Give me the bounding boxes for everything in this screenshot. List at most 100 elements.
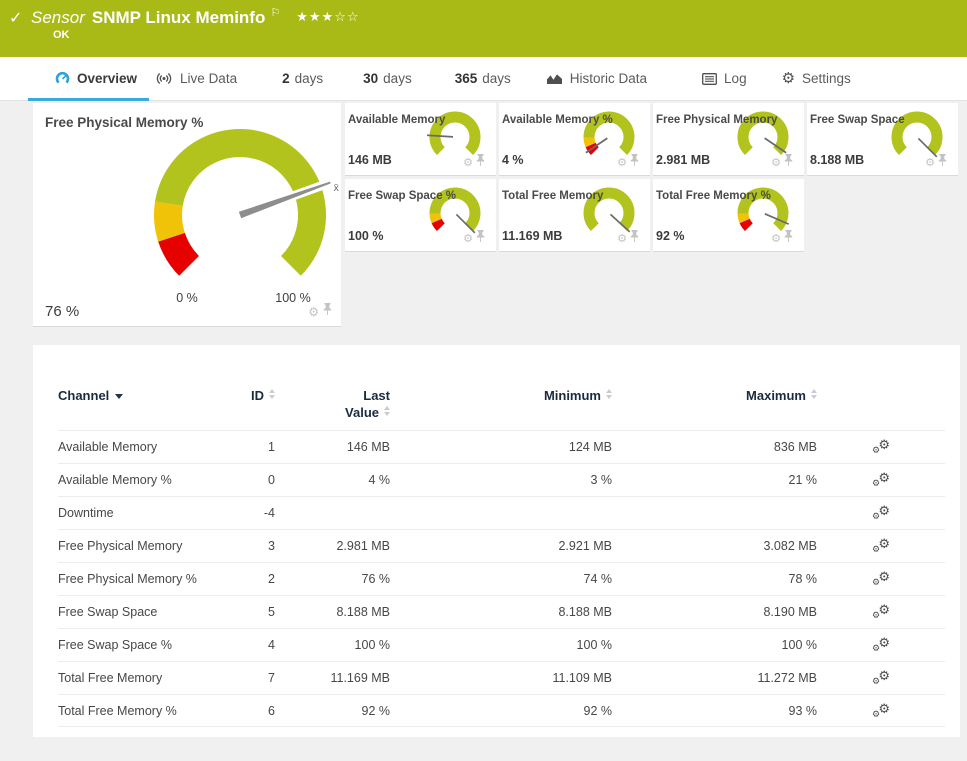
status-ok-check-icon: ✓ [9, 10, 23, 27]
pin-icon[interactable] [630, 154, 639, 172]
channel-row: Free Physical Memory % 2 76 % 74 % 78 % ⚙ ⚙ [58, 562, 945, 595]
column-header-last[interactable]: Last Value [275, 387, 390, 421]
stars-filled[interactable]: ★★★ [296, 9, 334, 24]
tab-label: Live Data [180, 71, 238, 86]
tab-settings[interactable]: ⚙ Settings [782, 57, 851, 100]
pin-icon[interactable] [784, 230, 793, 248]
gauge-value: 4 % [502, 153, 524, 167]
pin-icon[interactable] [476, 154, 485, 172]
tab-label: Log [724, 71, 747, 86]
cell-channel[interactable]: Free Physical Memory % [58, 572, 210, 586]
gauge-panel-available-memory-pct: Available Memory % 4 % ⚙ [499, 103, 650, 176]
tab-label: days [294, 71, 324, 86]
channel-settings-icon[interactable]: ⚙ ⚙ [871, 570, 891, 587]
channel-settings-icon[interactable]: ⚙ ⚙ [871, 669, 891, 686]
tab-historic-data[interactable]: Historic Data [546, 57, 647, 100]
cell-max: 21 % [788, 473, 818, 487]
channel-row: Free Swap Space % 4 100 % 100 % 100 % ⚙ ⚙ [58, 628, 945, 661]
pin-icon[interactable] [630, 230, 639, 248]
channel-settings-icon[interactable]: ⚙ ⚙ [871, 636, 891, 653]
cell-last: 92 % [361, 703, 391, 718]
gauge-panel-free-swap-space-pct: Free Swap Space % 100 % ⚙ [345, 179, 496, 252]
gauge-title: Free Swap Space % [348, 190, 457, 202]
gear-icon[interactable]: ⚙ [617, 157, 627, 169]
cell-min: 3 % [590, 473, 612, 487]
cell-id: -4 [263, 506, 275, 520]
channel-row: Free Swap Space 5 8.188 MB 8.188 MB 8.190 MB… [58, 595, 945, 628]
gauge-value: 92 % [656, 229, 685, 243]
gauge-panel-total-free-memory-pct: Total Free Memory % 92 % ⚙ [653, 179, 804, 252]
log-icon [702, 72, 717, 85]
tab-log[interactable]: Log [702, 57, 747, 100]
tab-label: days [383, 71, 412, 86]
cell-channel[interactable]: Total Free Memory [58, 671, 210, 685]
cell-channel[interactable]: Available Memory [58, 440, 210, 454]
tab-live-data[interactable]: Live Data [155, 57, 237, 100]
column-header-min[interactable]: Minimum [390, 387, 612, 404]
gear-icon[interactable]: ⚙ [463, 157, 473, 169]
column-header-id[interactable]: ID [210, 387, 275, 404]
gauge-panel-available-memory: Available Memory 146 MB ⚙ [345, 103, 496, 176]
primary-gauge-title: Free Physical Memory % [45, 115, 204, 130]
cell-max: 3.082 MB [763, 539, 817, 553]
cell-channel[interactable]: Available Memory % [58, 473, 210, 487]
tab-365-days[interactable]: 365 days [455, 57, 511, 100]
sort-icon [811, 389, 817, 399]
gear-icon[interactable]: ⚙ [771, 157, 781, 169]
tab-label: days [482, 71, 511, 86]
tab-30-days[interactable]: 30 days [363, 57, 412, 100]
cell-channel[interactable]: Free Swap Space % [58, 638, 210, 652]
sensor-title: SNMP Linux Meminfo [91, 8, 266, 27]
cell-max: 100 % [781, 638, 817, 652]
pin-icon[interactable] [476, 230, 485, 248]
cell-channel[interactable]: Total Free Memory % [58, 704, 210, 718]
channel-settings-icon[interactable]: ⚙ ⚙ [871, 438, 891, 455]
cell-last: 146 MB [346, 440, 390, 454]
column-header-max[interactable]: Maximum [612, 387, 817, 404]
cell-id: 0 [268, 473, 275, 487]
pin-icon[interactable] [323, 303, 332, 321]
pin-icon[interactable] [784, 154, 793, 172]
cell-id: 1 [268, 440, 275, 454]
gear-icon[interactable]: ⚙ [308, 306, 319, 318]
column-header-channel[interactable]: Channel [58, 387, 210, 404]
column-label: Minimum [543, 388, 601, 403]
tab-bar: Overview Live Data 2 days 30 days 365 days Histo… [0, 57, 967, 101]
tab-number: 2 [282, 71, 290, 86]
tab-label: Settings [802, 71, 851, 86]
cell-channel[interactable]: Downtime [58, 506, 210, 520]
gear-icon[interactable]: ⚙ [617, 233, 627, 245]
cell-channel[interactable]: Free Swap Space [58, 605, 210, 619]
gauge-scale-min: 0 % [176, 291, 198, 305]
gauge-title: Available Memory [348, 114, 446, 126]
mean-marker: x̄ [334, 182, 340, 194]
gauge-value: 100 % [348, 229, 384, 243]
channel-settings-icon[interactable]: ⚙ ⚙ [871, 471, 891, 488]
channel-settings-icon[interactable]: ⚙ ⚙ [871, 537, 891, 554]
cell-id: 4 [268, 638, 275, 652]
channel-settings-icon[interactable]: ⚙ ⚙ [871, 603, 891, 620]
gauge-title: Total Free Memory % [656, 190, 771, 202]
channel-settings-icon[interactable]: ⚙ ⚙ [871, 504, 891, 521]
channel-table-body: Available Memory 1 146 MB 124 MB 836 MB ⚙ ⚙ Ava… [58, 430, 960, 727]
tab-overview[interactable]: Overview [27, 57, 150, 101]
priority-stars[interactable]: ★★★☆☆ [296, 9, 359, 24]
cell-channel[interactable]: Free Physical Memory [58, 539, 210, 553]
overview-gauges-section: Free Physical Memory % x̄ 0 % 100 % 76 %… [33, 103, 960, 345]
gauge-panel-free-physical-memory: Free Physical Memory 2.981 MB ⚙ [653, 103, 804, 176]
channel-row: Free Physical Memory 3 2.981 MB 2.921 MB 3.0… [58, 529, 945, 562]
gauge-value: 146 MB [348, 153, 392, 167]
channel-settings-icon[interactable]: ⚙ ⚙ [871, 702, 891, 719]
cell-min: 124 MB [568, 440, 612, 454]
priority-flag-icon[interactable]: ⚐ [270, 7, 280, 19]
gauge-title: Available Memory % [502, 114, 613, 126]
stars-empty[interactable]: ☆☆ [334, 9, 359, 24]
pin-icon[interactable] [938, 154, 947, 172]
gear-icon[interactable]: ⚙ [771, 233, 781, 245]
gear-icon: ⚙ [781, 70, 796, 87]
gear-icon[interactable]: ⚙ [925, 157, 935, 169]
tab-2-days[interactable]: 2 days [282, 57, 323, 100]
sensor-header: ✓ Sensor SNMP Linux Meminfo ⚐ ★★★☆☆ OK [0, 0, 967, 57]
gear-icon[interactable]: ⚙ [463, 233, 473, 245]
channel-table-header: Channel ID Last Value Minimum Maximum [58, 387, 945, 430]
